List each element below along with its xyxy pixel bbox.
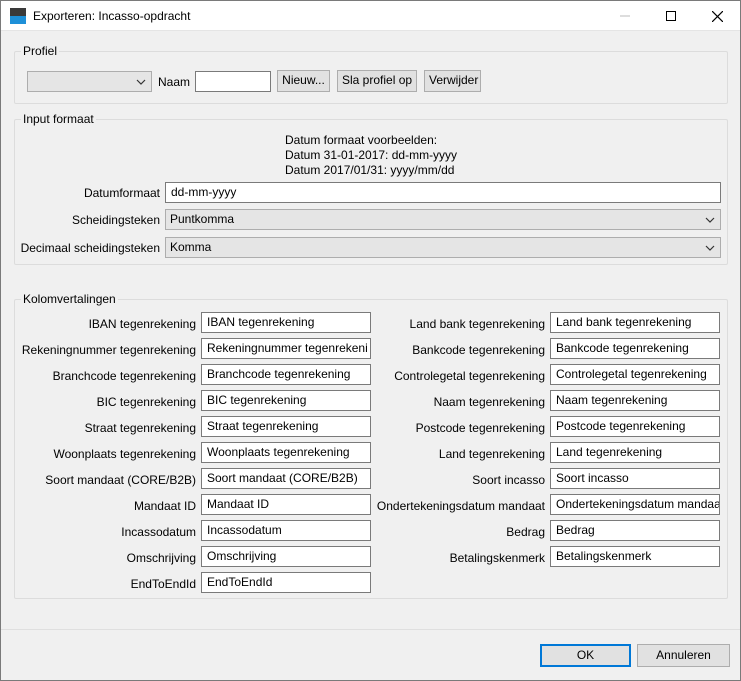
mapping-input[interactable]: Soort mandaat (CORE/B2B) xyxy=(201,468,371,489)
mapping-input[interactable]: Postcode tegenrekening xyxy=(550,416,720,437)
save-profile-button[interactable]: Sla profiel op xyxy=(337,70,417,92)
ok-button[interactable]: OK xyxy=(540,644,631,667)
mapping-input[interactable]: BIC tegenrekening xyxy=(201,390,371,411)
mapping-input[interactable]: Ondertekeningsdatum mandaa xyxy=(550,494,720,515)
input-formaat-group-title: Input formaat xyxy=(21,112,96,126)
decimaal-label: Decimaal scheidingsteken xyxy=(20,241,160,255)
mapping-input[interactable]: Straat tegenrekening xyxy=(201,416,371,437)
chevron-down-icon xyxy=(705,217,715,223)
chevron-down-icon xyxy=(705,245,715,251)
mapping-label: Bedrag xyxy=(506,525,545,539)
mapping-input[interactable]: Woonplaats tegenrekening xyxy=(201,442,371,463)
mapping-label: Soort mandaat (CORE/B2B) xyxy=(45,473,196,487)
delete-profile-button[interactable]: Verwijder xyxy=(424,70,481,92)
mapping-input[interactable]: Controlegetal tegenrekening xyxy=(550,364,720,385)
mapping-input[interactable]: Land tegenrekening xyxy=(550,442,720,463)
mapping-input[interactable]: Incassodatum xyxy=(201,520,371,541)
mapping-input[interactable]: Land bank tegenrekening xyxy=(550,312,720,333)
mapping-input[interactable]: Naam tegenrekening xyxy=(550,390,720,411)
minimize-button[interactable] xyxy=(602,1,648,31)
title-bar[interactable]: Exporteren: Incasso-opdracht xyxy=(1,1,740,31)
app-icon xyxy=(10,8,26,24)
mapping-label: BIC tegenrekening xyxy=(96,395,196,409)
maximize-button[interactable] xyxy=(648,1,694,31)
mapping-label: Mandaat ID xyxy=(133,499,196,513)
mapping-label: Bankcode tegenrekening xyxy=(412,343,545,357)
mapping-label: Branchcode tegenrekening xyxy=(52,369,196,383)
mapping-input[interactable]: Omschrijving xyxy=(201,546,371,567)
mapping-label: Controlegetal tegenrekening xyxy=(394,369,545,383)
datumformaat-label: Datumformaat xyxy=(83,186,160,200)
profiel-group-title: Profiel xyxy=(21,44,60,58)
profile-select[interactable] xyxy=(27,71,152,92)
mapping-input[interactable]: Branchcode tegenrekening xyxy=(201,364,371,385)
mapping-label: IBAN tegenrekening xyxy=(88,317,196,331)
date-format-example-1: Datum 31-01-2017: dd-mm-yyyy xyxy=(285,148,458,162)
chevron-down-icon xyxy=(136,79,146,85)
mapping-label: Incassodatum xyxy=(121,525,196,539)
mapping-label: Land tegenrekening xyxy=(438,447,545,461)
mapping-label: Woonplaats tegenrekening xyxy=(53,447,196,461)
naam-input[interactable] xyxy=(195,71,271,92)
mapping-input[interactable]: Bedrag xyxy=(550,520,720,541)
scheidingsteken-select[interactable]: Puntkomma xyxy=(165,209,721,230)
mapping-input[interactable]: IBAN tegenrekening xyxy=(201,312,371,333)
datumformaat-input[interactable]: dd-mm-yyyy xyxy=(165,182,721,203)
scheidingsteken-label: Scheidingsteken xyxy=(71,213,160,227)
mapping-label: Straat tegenrekening xyxy=(84,421,196,435)
mapping-label: Rekeningnummer tegenrekening xyxy=(21,343,196,357)
mapping-input[interactable]: EndToEndId xyxy=(201,572,371,593)
mapping-label: EndToEndId xyxy=(130,577,196,591)
nieuw-button[interactable]: Nieuw... xyxy=(277,70,330,92)
cancel-button[interactable]: Annuleren xyxy=(637,644,730,667)
close-button[interactable] xyxy=(694,1,740,31)
mapping-input[interactable]: Mandaat ID xyxy=(201,494,371,515)
mapping-label: Postcode tegenrekening xyxy=(415,421,545,435)
export-dialog-window: Exporteren: Incasso-opdracht Profiel Naa… xyxy=(0,0,741,681)
kolomvertalingen-group-title: Kolomvertalingen xyxy=(21,292,118,306)
close-icon xyxy=(711,10,723,22)
maximize-icon xyxy=(666,11,676,21)
mapping-label: Naam tegenrekening xyxy=(433,395,545,409)
mapping-label: Omschrijving xyxy=(126,551,196,565)
mapping-label: Soort incasso xyxy=(472,473,545,487)
mapping-label: Betalingskenmerk xyxy=(449,551,545,565)
decimaal-select[interactable]: Komma xyxy=(165,237,721,258)
mapping-input[interactable]: Betalingskenmerk xyxy=(550,546,720,567)
mapping-input[interactable]: Soort incasso xyxy=(550,468,720,489)
naam-label: Naam xyxy=(158,75,191,89)
window-title: Exporteren: Incasso-opdracht xyxy=(33,9,191,23)
date-format-example-2: Datum 2017/01/31: yyyy/mm/dd xyxy=(285,163,455,177)
mapping-label: Land bank tegenrekening xyxy=(409,317,545,331)
minimize-icon xyxy=(620,15,630,17)
mapping-label: Ondertekeningsdatum mandaat xyxy=(376,499,545,513)
mapping-input[interactable]: Bankcode tegenrekening xyxy=(550,338,720,359)
scheidingsteken-value: Puntkomma xyxy=(170,212,235,226)
date-format-examples-title: Datum formaat voorbeelden: xyxy=(285,133,438,147)
decimaal-value: Komma xyxy=(170,240,212,254)
dialog-footer: OK Annuleren xyxy=(1,629,740,680)
mapping-input[interactable]: Rekeningnummer tegenrekeni xyxy=(201,338,371,359)
